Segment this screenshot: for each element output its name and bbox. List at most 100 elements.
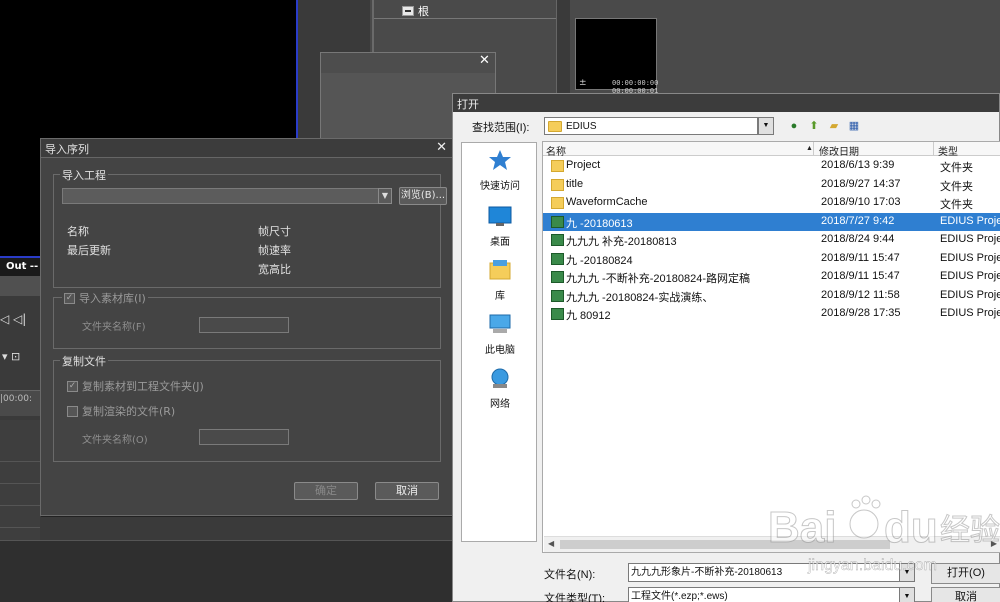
filename-input[interactable]: 九九九形象片-不断补充-20180613 [628, 563, 900, 582]
transport-bar [0, 276, 40, 296]
clip-marker-icon: ± [579, 78, 587, 88]
ok-button[interactable]: 确定 [294, 482, 358, 500]
file-list-hscrollbar[interactable]: ◀ ▶ [544, 536, 1000, 552]
col-separator [813, 142, 814, 156]
file-date: 2018/9/28 17:35 [821, 307, 901, 319]
file-name: 九九九 -20180824-实战演练、 [566, 291, 714, 304]
new-folder-icon[interactable]: ▰ [827, 119, 841, 133]
file-row[interactable]: 九九九 -20180824-实战演练、 2018/9/12 11:58 EDIUS … [543, 287, 1000, 305]
col-type-header[interactable]: 类型 [938, 143, 958, 158]
bin-divider [374, 18, 558, 19]
copy-rendered-checkbox[interactable] [67, 405, 78, 417]
file-name: 九 -20180613 [566, 217, 633, 230]
out-point-label: Out -- [6, 261, 39, 272]
scroll-left-icon[interactable]: ◀ [548, 539, 554, 548]
col-separator [933, 142, 934, 156]
computer-icon [489, 314, 511, 333]
bin-root-label: 根 [418, 5, 429, 18]
place-quick-access[interactable]: 快速访问 [462, 149, 538, 192]
open-cancel-button[interactable]: 取消 [931, 587, 1000, 602]
project-combo[interactable] [62, 188, 380, 204]
lookin-select[interactable]: EDIUS [544, 117, 758, 135]
copy-to-project-checkbox[interactable]: ✓ [67, 380, 78, 392]
copy-folder-label: 文件夹名称(O) [82, 435, 148, 446]
bin-root-folder[interactable]: 根 [402, 3, 429, 19]
back-icon[interactable]: ● [787, 119, 801, 133]
project-combo-dropdown-icon[interactable]: ▼ [378, 188, 392, 204]
file-date: 2018/9/10 17:03 [821, 196, 901, 208]
timeline-tool-icon[interactable]: ▾ ⊡ [2, 350, 20, 363]
place-network-label: 网络 [490, 399, 510, 410]
file-name: Project [566, 159, 601, 171]
timeline-ruler[interactable]: |00:00: [0, 390, 40, 416]
file-type: EDIUS Proje [940, 251, 1000, 264]
file-date: 2018/8/24 9:44 [821, 233, 895, 245]
col-date-header[interactable]: 修改日期 [819, 143, 859, 158]
up-folder-icon[interactable]: ⬆ [807, 119, 821, 133]
import-dialog-close-icon[interactable]: ✕ [436, 140, 447, 155]
file-date: 2018/9/11 15:47 [821, 270, 900, 282]
place-network[interactable]: 网络 [462, 367, 538, 410]
import-bin-checkbox[interactable]: ✓ [64, 292, 75, 304]
background-window-titlebar [321, 53, 495, 73]
folder-icon [551, 197, 564, 209]
copy-to-project-row[interactable]: ✓ 复制素材到工程文件夹(J) [67, 378, 204, 394]
bin-folder-label: 文件夹名称(F) [82, 322, 146, 333]
lookin-value: EDIUS [566, 120, 597, 132]
file-row[interactable]: 九九九 补充-20180813 2018/8/24 9:44 EDIUS Proje [543, 231, 1000, 249]
step-back-icon[interactable]: ◁ ◁| [0, 312, 26, 326]
folder-tree-icon [402, 6, 414, 16]
file-name: 九 80912 [566, 310, 611, 322]
timeline-track-lines [0, 440, 40, 540]
file-row[interactable]: Project 2018/6/13 9:39 文件夹 [543, 157, 1000, 175]
cancel-button[interactable]: 取消 [375, 482, 439, 500]
folder-icon [551, 178, 564, 191]
file-date: 2018/6/13 9:39 [821, 159, 895, 171]
col-name-header[interactable]: 名称 [546, 143, 566, 158]
file-row[interactable]: 九 -20180824 2018/9/11 15:47 EDIUS Proje [543, 250, 1000, 268]
file-name: 九九九 -不断补充-20180824-路网定稿 [566, 273, 750, 285]
browse-button[interactable]: 浏览(B)... [399, 187, 447, 205]
copy-rendered-row[interactable]: 复制渲染的文件(R) [67, 403, 175, 419]
file-type: EDIUS Proje [940, 233, 1000, 245]
scroll-thumb[interactable] [560, 540, 890, 549]
open-button[interactable]: 打开(O) [931, 563, 1000, 584]
info-frame-rate-label: 帧速率 [258, 244, 291, 257]
file-type: EDIUS Proje [940, 214, 1000, 227]
background-window-close-icon[interactable]: ✕ [479, 53, 490, 68]
scroll-right-icon[interactable]: ▶ [991, 539, 997, 548]
place-desktop[interactable]: 桌面 [462, 205, 538, 248]
file-type: EDIUS Proje [940, 288, 1000, 301]
filetype-select[interactable]: 工程文件(*.ezp;*.ews) [628, 587, 900, 602]
file-date: 2018/7/27 9:42 [821, 214, 895, 227]
import-dialog-titlebar: 导入序列 ✕ [41, 139, 453, 158]
library-icon [489, 260, 511, 280]
star-icon [489, 150, 511, 170]
folder-icon [551, 160, 564, 172]
file-date: 2018/9/27 14:37 [821, 177, 901, 190]
edius-project-icon [551, 252, 564, 265]
filename-dropdown-icon[interactable]: ▼ [899, 563, 915, 582]
file-row[interactable]: WaveformCache 2018/9/10 17:03 文件夹 [543, 194, 1000, 212]
info-name-label: 名称 [67, 225, 89, 238]
edius-project-icon [551, 308, 564, 320]
open-dialog-title: 打开 [457, 99, 479, 111]
lookin-dropdown-icon[interactable]: ▼ [758, 117, 774, 135]
copy-rendered-label: 复制渲染的文件(R) [82, 405, 176, 418]
view-menu-icon[interactable]: ▦ [847, 119, 861, 133]
import-bin-checkbox-row[interactable]: ✓ 导入素材库(I) [62, 290, 148, 306]
place-this-pc[interactable]: 此电脑 [462, 313, 538, 356]
file-row[interactable]: 九 -20180613 2018/7/27 9:42 EDIUS Proje [543, 212, 1000, 231]
filetype-label: 文件类型(T): [544, 593, 606, 602]
file-row[interactable]: 九 80912 2018/9/28 17:35 EDIUS Proje [543, 305, 1000, 323]
bin-folder-input[interactable] [199, 317, 289, 333]
filetype-dropdown-icon[interactable]: ▼ [899, 587, 915, 602]
file-name: WaveformCache [566, 196, 648, 208]
info-aspect-label: 宽高比 [258, 263, 291, 276]
file-row[interactable]: 九九九 -不断补充-20180824-路网定稿 2018/9/11 15:47 ED… [543, 268, 1000, 286]
copy-folder-input[interactable] [199, 429, 289, 445]
file-row[interactable]: title 2018/9/27 14:37 文件夹 [543, 176, 1000, 194]
edius-project-icon [551, 271, 564, 283]
open-file-dialog: 打开 查找范围(I): EDIUS ▼ ● ⬆ ▰ ▦ 快速访问 桌面 库 此电… [452, 93, 1000, 602]
place-library[interactable]: 库 [462, 259, 538, 302]
